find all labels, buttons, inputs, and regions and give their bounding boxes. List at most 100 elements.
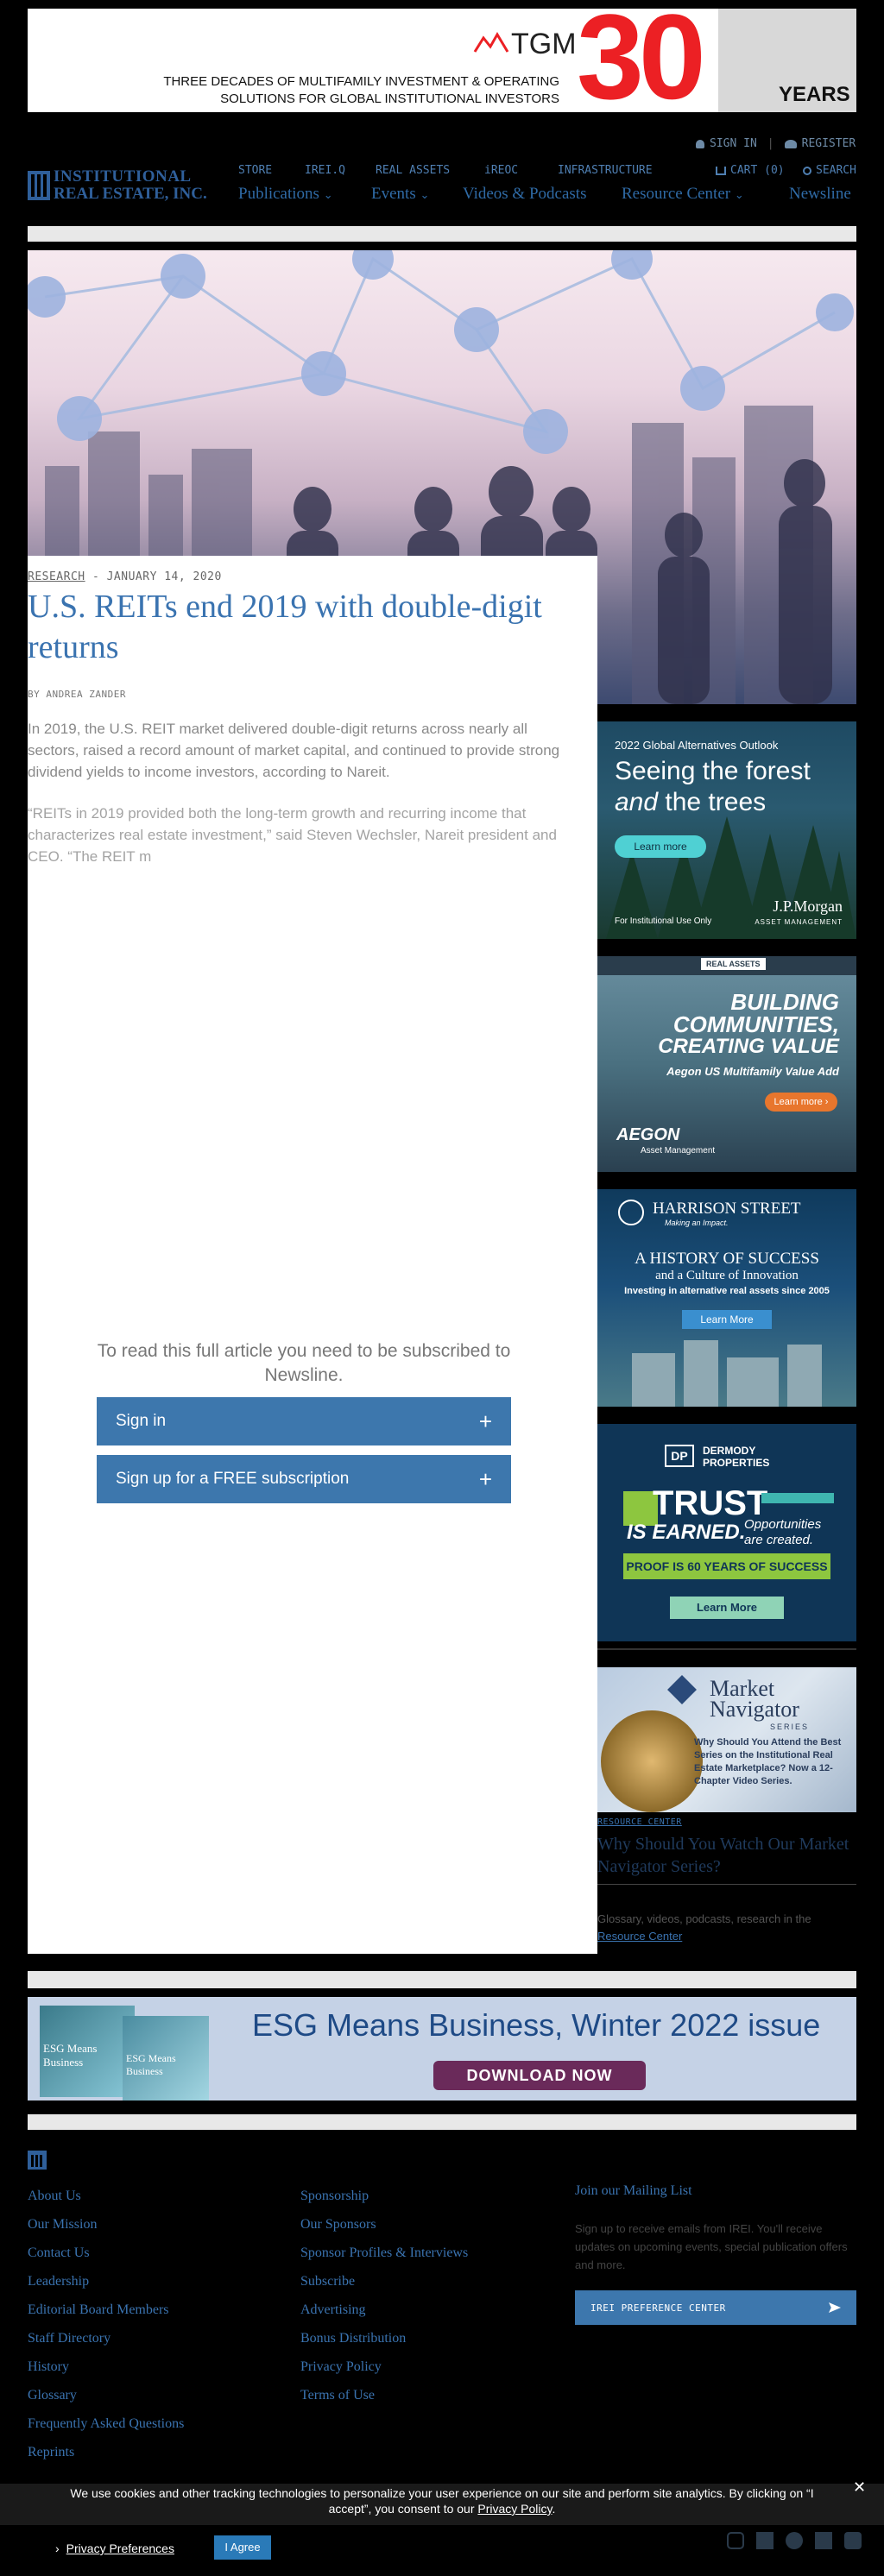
- cookie-privacy-link[interactable]: Privacy Policy: [477, 2502, 552, 2516]
- footer-link[interactable]: Advertising: [300, 2302, 366, 2318]
- sign-in-button[interactable]: Sign in +: [97, 1397, 511, 1445]
- harrison-line3: Investing in alternative real assets sin…: [624, 1286, 830, 1296]
- aegon-brand: AEGON: [616, 1125, 680, 1144]
- footer-link[interactable]: Contact Us: [28, 2245, 90, 2261]
- jpm-brand-sub: ASSET MANAGEMENT: [755, 918, 843, 926]
- nav-ireoc[interactable]: iREOC: [484, 164, 518, 177]
- cart-link[interactable]: CART (0): [716, 164, 785, 177]
- facebook-icon[interactable]: [756, 2532, 774, 2549]
- footer-link[interactable]: Staff Directory: [28, 2331, 110, 2346]
- aegon-learn-more-button[interactable]: Learn more ›: [765, 1093, 837, 1112]
- footer-link[interactable]: Glossary: [28, 2388, 77, 2403]
- dermody-trust1: TRUST: [653, 1484, 768, 1522]
- top-ad-banner[interactable]: TGM THREE DECADES OF MULTIFAMILY INVESTM…: [28, 9, 856, 112]
- harrison-buildings-image: [632, 1340, 822, 1407]
- nav-newsline[interactable]: Newsline: [789, 185, 851, 204]
- free-subscription-button[interactable]: Sign up for a FREE subscription +: [97, 1455, 511, 1503]
- esg-headline: ESG Means Business, Winter 2022 issue: [252, 2007, 821, 2043]
- harrison-learn-more-button[interactable]: Learn More: [682, 1310, 772, 1329]
- aegon-ad[interactable]: REAL ASSETS BUILDING COMMUNITIES, CREATI…: [597, 956, 856, 1172]
- mailing-text: Sign up to receive emails from IREI. You…: [575, 2222, 848, 2271]
- paywall-message: To read this full article you need to be…: [97, 1341, 511, 1385]
- privacy-preferences-link[interactable]: › Privacy Preferences: [55, 2541, 174, 2555]
- irei-logo[interactable]: INSTITUTIONAL REAL ESTATE, INC.: [28, 166, 209, 205]
- jpm-headline1: Seeing the forest: [615, 757, 811, 785]
- add-user-icon: [784, 139, 797, 148]
- logo-line1: INSTITUTIONAL: [54, 167, 192, 186]
- aegon-line3: CREATING VALUE: [658, 1035, 839, 1058]
- preference-center-button[interactable]: IREI PREFERENCE CENTER: [575, 2290, 856, 2325]
- chevron-down-icon: ⌄: [323, 188, 333, 201]
- i-agree-button[interactable]: I Agree: [214, 2535, 271, 2560]
- market-navigator-ad[interactable]: Market Navigator SERIES Why Should You A…: [597, 1667, 856, 1812]
- aegon-line1: BUILDING: [730, 989, 839, 1015]
- aegon-line2: COMMUNITIES,: [672, 1011, 839, 1037]
- search-link[interactable]: SEARCH: [803, 164, 856, 177]
- nav-resource-center[interactable]: Resource Center ⌄: [622, 185, 744, 204]
- nav-infrastructure[interactable]: INFRASTRUCTURE: [558, 164, 653, 177]
- jpm-learn-more-button[interactable]: Learn more: [615, 835, 706, 858]
- nav-publications[interactable]: Publications ⌄: [238, 185, 333, 204]
- register-link[interactable]: REGISTER: [802, 137, 856, 150]
- compass-image: [601, 1710, 703, 1812]
- nav-ireiq[interactable]: IREI.Q: [305, 164, 345, 177]
- footer-link[interactable]: Leadership: [28, 2274, 89, 2289]
- nav-store[interactable]: STORE: [238, 164, 272, 177]
- banner-line1: THREE DECADES OF MULTIFAMILY INVESTMENT …: [163, 74, 559, 89]
- footer-link[interactable]: Bonus Distribution: [300, 2331, 406, 2346]
- footer-logo-icon[interactable]: [28, 2151, 47, 2170]
- footer-link[interactable]: Our Mission: [28, 2217, 97, 2233]
- dermody-opp1: Opportunities: [744, 1517, 822, 1532]
- youtube-icon[interactable]: [844, 2532, 862, 2549]
- twitter-icon[interactable]: [786, 2532, 803, 2549]
- jpmorgan-ad[interactable]: 2022 Global Alternatives Outlook Seeing …: [597, 721, 856, 939]
- nav-videos-podcasts[interactable]: Videos & Podcasts: [463, 185, 586, 204]
- linkedin-icon[interactable]: [815, 2532, 832, 2549]
- search-icon: [803, 166, 811, 175]
- jpm-footnote: For Institutional Use Only: [615, 916, 712, 926]
- cookie-close-icon[interactable]: ✕: [853, 2478, 866, 2497]
- dermody-opp2: are created.: [744, 1533, 814, 1547]
- footer-link[interactable]: Privacy Policy: [300, 2359, 382, 2375]
- footer-link[interactable]: Editorial Board Members: [28, 2302, 169, 2318]
- harrison-line1: A HISTORY OF SUCCESS: [635, 1250, 819, 1268]
- dermody-ad[interactable]: DP DERMODY PROPERTIES TRUST IS EARNED. O…: [597, 1424, 856, 1641]
- esg-banner[interactable]: ESG Means Business ESG Means Business ES…: [28, 1997, 856, 2100]
- footer-link[interactable]: Frequently Asked Questions: [28, 2416, 184, 2432]
- footer-link[interactable]: Reprints: [28, 2445, 74, 2460]
- esg-download-button[interactable]: DOWNLOAD NOW: [433, 2061, 646, 2090]
- category-link[interactable]: RESEARCH: [28, 570, 85, 583]
- jpm-eyebrow: 2022 Global Alternatives Outlook: [615, 739, 779, 752]
- instagram-icon[interactable]: [727, 2532, 744, 2549]
- dermody-learn-more-button[interactable]: Learn More: [670, 1597, 784, 1619]
- footer-link[interactable]: Subscribe: [300, 2274, 355, 2289]
- bottom-divider-bar: [28, 2114, 856, 2130]
- resource-center-link[interactable]: Resource Center: [597, 1930, 682, 1943]
- footer-link[interactable]: Terms of Use: [300, 2388, 375, 2403]
- resource-center-title[interactable]: Why Should You Watch Our Market Navigato…: [597, 1833, 856, 1878]
- cart-icon: [716, 166, 726, 175]
- nav-real-assets[interactable]: REAL ASSETS: [376, 164, 450, 177]
- harrison-street-ad[interactable]: HARRISON STREET Making an Impact. A HIST…: [597, 1189, 856, 1407]
- tgm-roof-icon: [473, 32, 509, 53]
- footer-link[interactable]: History: [28, 2359, 69, 2375]
- footer-link[interactable]: About Us: [28, 2189, 81, 2204]
- footer-link[interactable]: Our Sponsors: [300, 2217, 376, 2233]
- mailing-title: Join our Mailing List: [575, 2183, 692, 2198]
- article-byline: BY ANDREA ZANDER: [28, 689, 126, 700]
- article-para1: In 2019, the U.S. REIT market delivered …: [28, 721, 560, 780]
- plus-icon: +: [478, 1408, 492, 1434]
- resource-center-label[interactable]: RESOURCE CENTER: [597, 1817, 682, 1827]
- navigator-copy: Why Should You Attend the Best Series on…: [694, 1737, 842, 1786]
- harrison-tagline: Making an Impact.: [665, 1219, 729, 1227]
- footer-link[interactable]: Sponsor Profiles & Interviews: [300, 2245, 468, 2261]
- user-icon: [696, 139, 704, 148]
- nav-events[interactable]: Events ⌄: [371, 185, 429, 204]
- send-icon: [829, 2302, 841, 2313]
- cookie-text: We use cookies and other tracking techno…: [70, 2486, 814, 2516]
- chevron-right-icon: ›: [55, 2541, 60, 2555]
- article-meta: RESEARCH - JANUARY 14, 2020: [28, 570, 222, 583]
- resource-divider: [597, 1884, 856, 1885]
- footer-link[interactable]: Sponsorship: [300, 2189, 369, 2204]
- sign-in-link[interactable]: SIGN IN: [710, 137, 757, 150]
